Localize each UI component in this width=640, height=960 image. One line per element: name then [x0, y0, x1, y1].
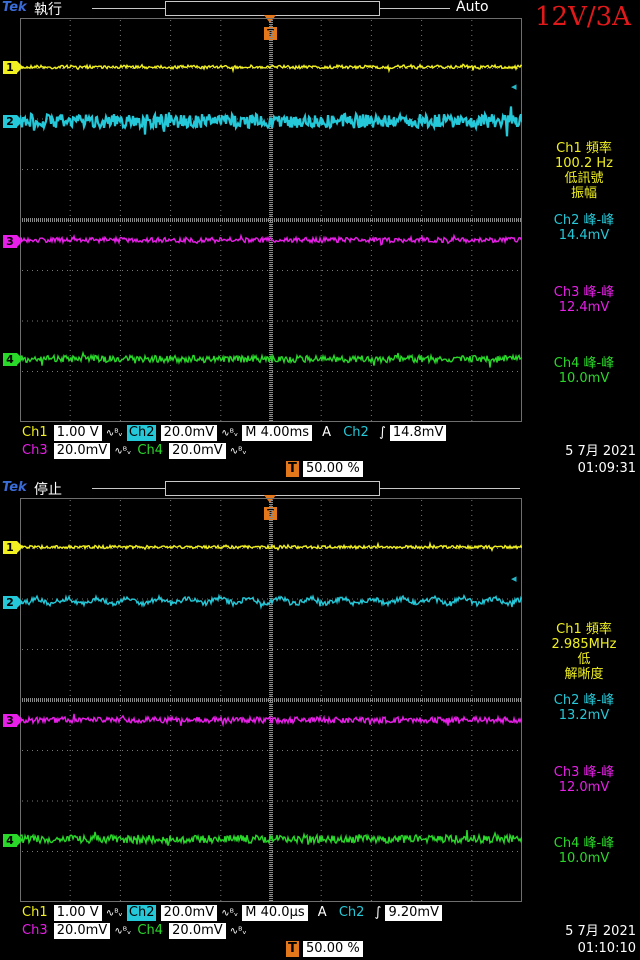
timebase[interactable]: M 4.00ms — [242, 425, 313, 441]
ch4-scale[interactable]: 20.0mV — [169, 923, 226, 939]
ch2-scale[interactable]: 20.0mV — [160, 905, 218, 921]
ch3-label: Ch3 — [22, 923, 48, 938]
ch1-label: Ch1 — [22, 905, 48, 920]
time: 01:10:10 — [577, 941, 636, 956]
record-window — [165, 481, 380, 496]
trigger-level[interactable]: 9.20mV — [385, 905, 442, 921]
trigger-level-icon: ◂ — [511, 80, 517, 93]
ch4-coupling-icon: ∿ᴮᵥ — [229, 926, 247, 937]
run-status: 執行 — [34, 2, 62, 18]
waveform-grid — [20, 18, 522, 422]
time: 01:09:31 — [577, 461, 636, 476]
ch1-coupling-icon: ∿ᴮᵥ — [105, 908, 123, 919]
acq-mode: A — [317, 905, 327, 920]
ch1-marker[interactable]: 1 — [3, 61, 23, 74]
ch3-marker[interactable]: 3 — [3, 714, 23, 727]
ch2-marker[interactable]: 2 — [3, 596, 23, 609]
record-bar-left — [92, 8, 165, 9]
footer-row-3: T 50.00 % — [286, 461, 363, 477]
horizontal-position[interactable]: 50.00 % — [303, 941, 363, 957]
ch4-label: Ch4 — [137, 443, 163, 458]
ch3-marker[interactable]: 3 — [3, 235, 23, 248]
spec-label: 12V/3A — [535, 2, 631, 32]
brand-logo: Tek — [2, 480, 27, 495]
footer-row-2: Ch3 20.0mV ∿ᴮᵥ Ch4 20.0mV ∿ᴮᵥ — [20, 443, 247, 460]
ch1-scale[interactable]: 1.00 V — [53, 905, 102, 921]
ch2-scale[interactable]: 20.0mV — [160, 425, 218, 441]
ch3-readout: Ch3 峰-峰 12.0mV — [553, 765, 615, 795]
footer-row-1: Ch1 1.00 V ∿ᴮᵥ Ch2 20.0mV ∿ᴮᵥ M 40.0µs A… — [20, 905, 442, 922]
ch3-scale[interactable]: 20.0mV — [53, 923, 111, 939]
trigger-level[interactable]: 14.8mV — [389, 425, 447, 441]
graticule — [22, 500, 521, 901]
record-bar-right — [380, 488, 520, 489]
ch1-coupling-icon: ∿ᴮᵥ — [105, 428, 123, 439]
trigger-source: Ch2 — [343, 425, 369, 440]
run-status: 停止 — [34, 482, 62, 498]
acq-mode: A — [322, 425, 332, 440]
scope-screen-bottom: Tek 停止 T 1 2 3 4 ◂ Ch1 頻率 2.985MHz 低 解晰度… — [0, 480, 640, 960]
ch2-readout: Ch2 峰-峰 14.4mV — [553, 213, 615, 243]
ch2-coupling-icon: ∿ᴮᵥ — [221, 908, 239, 919]
ch2-coupling-icon: ∿ᴮᵥ — [221, 428, 239, 439]
waveform-grid — [20, 498, 522, 902]
trigger-mode: Auto — [456, 0, 489, 15]
ch3-coupling-icon: ∿ᴮᵥ — [114, 446, 132, 457]
ch4-label: Ch4 — [137, 923, 163, 938]
trigger-slope-icon: ∫ — [378, 425, 386, 440]
footer-row-3: T 50.00 % — [286, 941, 363, 957]
ch4-scale[interactable]: 20.0mV — [169, 443, 226, 459]
trigger-source: Ch2 — [338, 905, 365, 920]
ch1-marker[interactable]: 1 — [3, 541, 23, 554]
ch3-readout: Ch3 峰-峰 12.4mV — [553, 285, 615, 315]
ch2-readout: Ch2 峰-峰 13.2mV — [553, 693, 615, 723]
footer-row-2: Ch3 20.0mV ∿ᴮᵥ Ch4 20.0mV ∿ᴮᵥ — [20, 923, 247, 940]
ch3-label: Ch3 — [22, 443, 48, 458]
scope-screen-top: Tek 執行 Auto 12V/3A T 1 2 3 4 ◂ Ch1 頻率 10… — [0, 0, 640, 480]
ch3-coupling-icon: ∿ᴮᵥ — [114, 926, 132, 937]
ch2-marker[interactable]: 2 — [3, 115, 23, 128]
timebase[interactable]: M 40.0µs — [242, 905, 308, 921]
record-window — [165, 1, 380, 16]
record-bar-left — [92, 488, 165, 489]
ch1-scale[interactable]: 1.00 V — [53, 425, 102, 441]
date: 5 7月 2021 — [565, 924, 636, 939]
trigger-slope-icon: ∫ — [374, 905, 382, 920]
horizontal-position[interactable]: 50.00 % — [303, 461, 363, 477]
ch1-label: Ch1 — [22, 425, 48, 440]
ch3-scale[interactable]: 20.0mV — [53, 443, 111, 459]
header-bar: Tek 停止 — [0, 480, 640, 498]
ch1-readout: Ch1 頻率 2.985MHz 低 解晰度 — [551, 622, 617, 682]
trigger-level-icon: ◂ — [511, 572, 517, 585]
ch4-coupling-icon: ∿ᴮᵥ — [229, 446, 247, 457]
ch1-readout: Ch1 頻率 100.2 Hz 低訊號 振幅 — [555, 141, 613, 201]
record-bar-right — [380, 8, 450, 9]
brand-logo: Tek — [2, 0, 27, 15]
horizontal-position-icon: T — [286, 941, 299, 957]
ch4-readout: Ch4 峰-峰 10.0mV — [553, 356, 615, 386]
ch4-readout: Ch4 峰-峰 10.0mV — [553, 836, 615, 866]
ch4-marker[interactable]: 4 — [3, 834, 23, 847]
footer-row-1: Ch1 1.00 V ∿ᴮᵥ Ch2 20.0mV ∿ᴮᵥ M 4.00ms A… — [20, 425, 447, 442]
ch2-label: Ch2 — [126, 905, 157, 921]
ch2-label: Ch2 — [126, 425, 157, 441]
date: 5 7月 2021 — [565, 444, 636, 459]
horizontal-position-icon: T — [286, 461, 299, 477]
ch4-marker[interactable]: 4 — [3, 353, 23, 366]
